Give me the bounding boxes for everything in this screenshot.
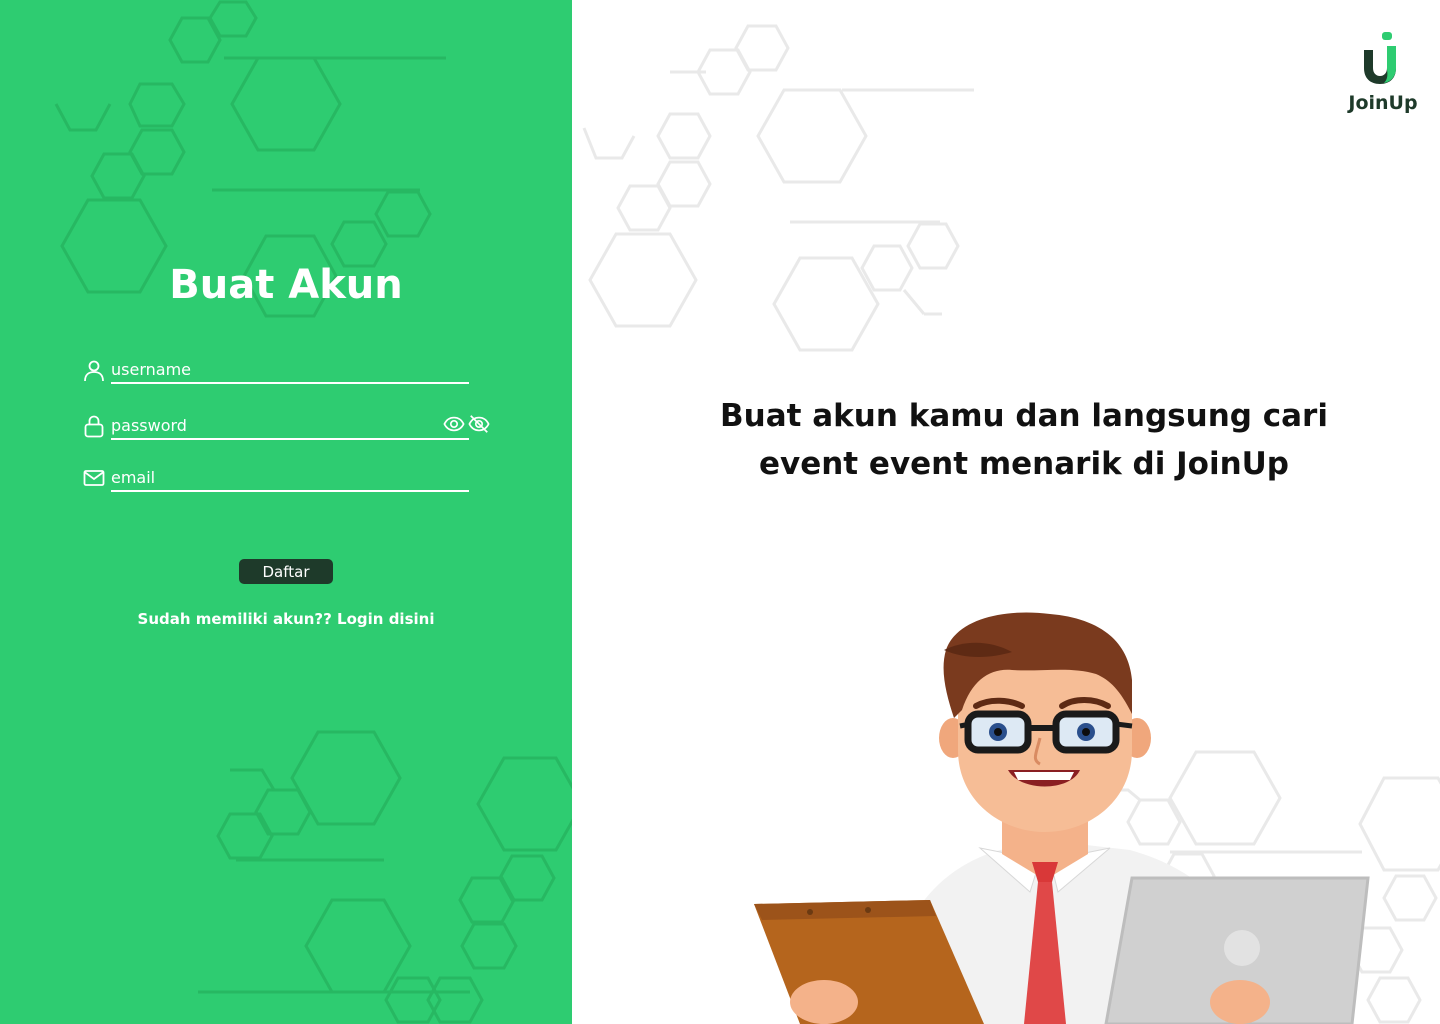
username-input[interactable] bbox=[111, 356, 469, 384]
form-title: Buat Akun bbox=[169, 262, 403, 308]
password-input[interactable] bbox=[111, 412, 469, 440]
login-link[interactable]: Sudah memiliki akun?? Login disini bbox=[0, 610, 572, 628]
man-illustration bbox=[754, 612, 1370, 1024]
mail-icon bbox=[83, 470, 105, 486]
email-input[interactable] bbox=[111, 464, 469, 492]
email-field bbox=[82, 464, 470, 494]
eye-off-icon[interactable] bbox=[468, 413, 490, 435]
hero-panel: JoinUp Buat akun kamu dan langsung cari … bbox=[572, 0, 1440, 1024]
hero-line-1: Buat akun kamu dan langsung cari bbox=[720, 398, 1328, 434]
register-panel: Buat Akun Daftar Sudah memiliki akun?? L bbox=[0, 0, 572, 1024]
daftar-button[interactable]: Daftar bbox=[239, 559, 333, 584]
brand-name: JoinUp bbox=[1348, 92, 1418, 114]
joinup-logo: JoinUp bbox=[1338, 28, 1428, 120]
hexagon-pattern-left bbox=[54, 0, 572, 1024]
user-icon bbox=[84, 360, 104, 382]
hero-tagline: Buat akun kamu dan langsung cari event e… bbox=[700, 392, 1348, 488]
hero-line-2: event event menarik di JoinUp bbox=[758, 446, 1289, 482]
joinup-logo-icon bbox=[1364, 32, 1396, 84]
username-field bbox=[82, 356, 470, 386]
lock-icon bbox=[84, 415, 104, 438]
password-field bbox=[82, 412, 470, 442]
eye-icon[interactable] bbox=[443, 413, 465, 435]
